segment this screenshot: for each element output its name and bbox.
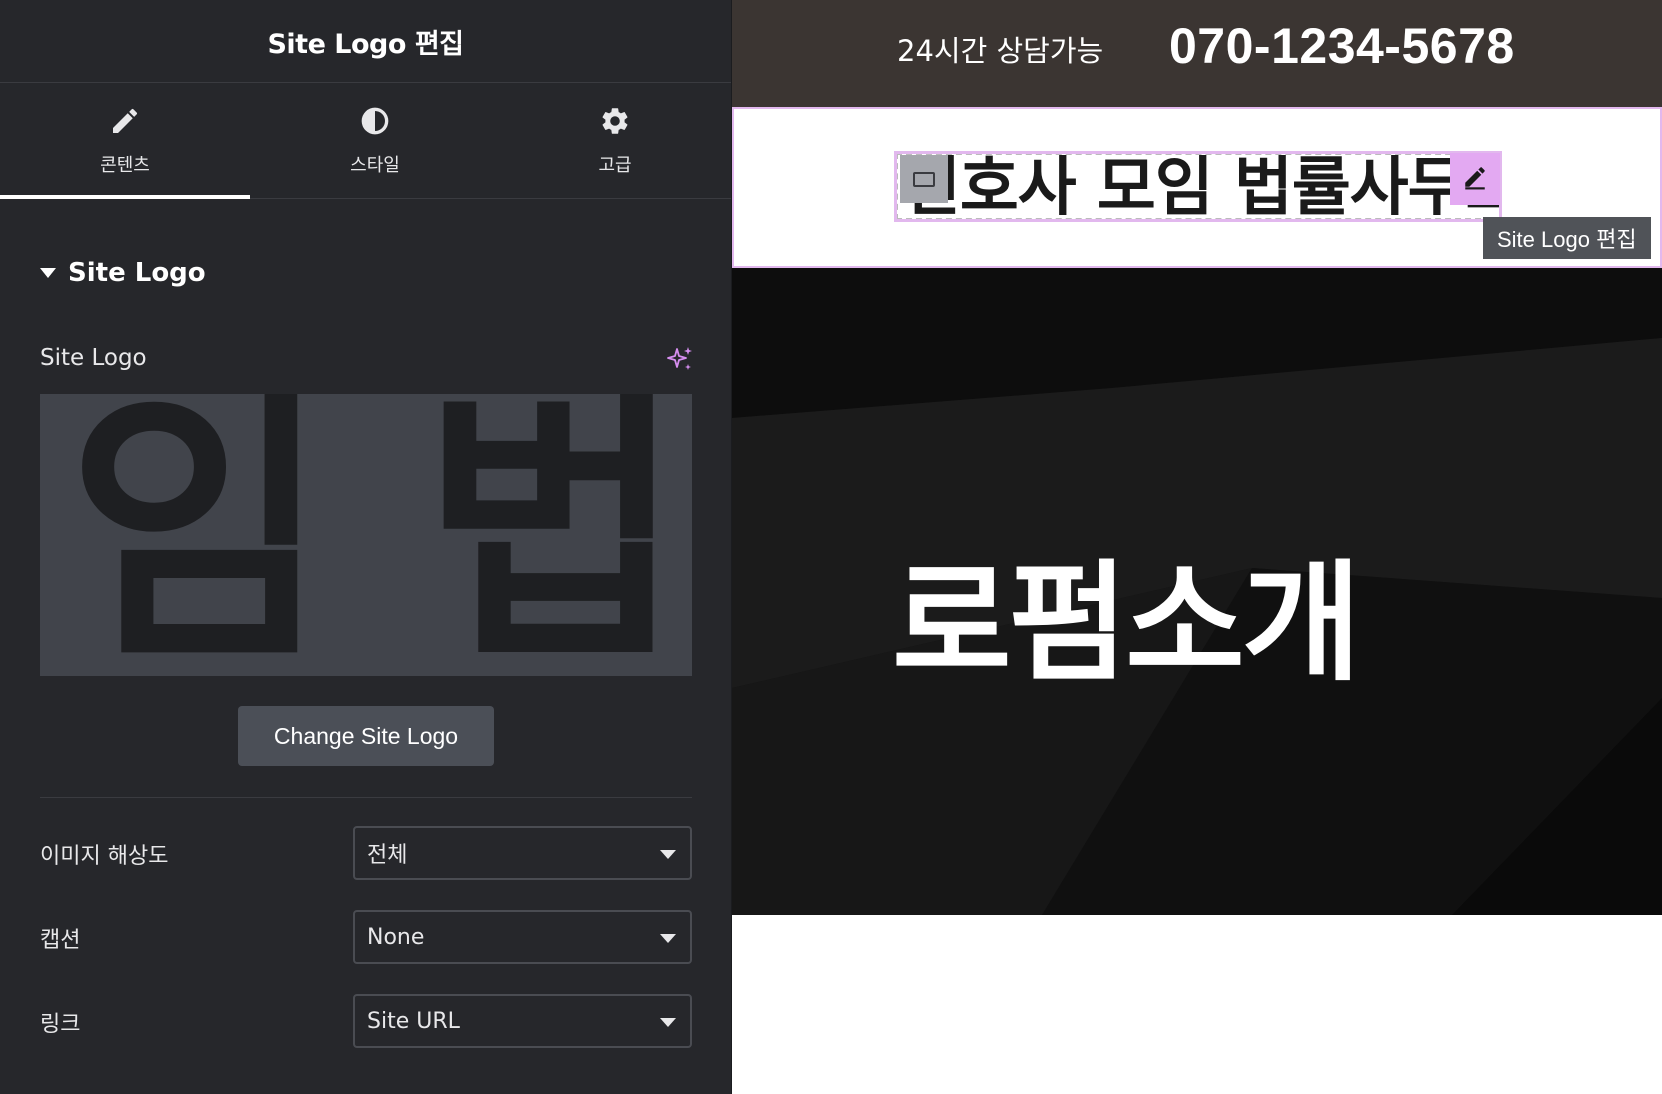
change-site-logo-button[interactable]: Change Site Logo [238,706,494,766]
chevron-down-icon [660,934,676,943]
caption-label: 캡션 [40,928,81,953]
half-circle-icon [359,105,391,141]
hero-title: 로펌소개 [892,547,1361,699]
link-select[interactable]: Site URL [353,994,692,1048]
sparkle-icon[interactable] [666,345,694,373]
hero-section: 로펌소개 [732,268,1662,915]
site-preview: 24시간 상담가능 070-1234-5678 변호사 모임 법률사무소 Sit… [732,0,1662,1094]
consultation-text: 24시간 상담가능 [897,34,1104,68]
tab-content-label: 콘텐츠 [100,155,150,176]
pencil-icon [109,105,141,141]
top-bar: 24시간 상담가능 070-1234-5678 [732,0,1662,107]
tab-style[interactable]: 스타일 [250,83,500,199]
tab-content[interactable]: 콘텐츠 [0,83,250,199]
panel-title: Site Logo 편집 [267,28,464,60]
edit-widget-button[interactable] [1450,153,1500,205]
link-label: 링크 [40,1012,81,1037]
caret-down-icon [40,268,56,278]
editor-panel: Site Logo 편집 콘텐츠 스타일 고급 Site Logo Site L… [0,0,732,1094]
tab-advanced-label: 고급 [598,155,632,176]
logo-preview-image-text: !임 법 [40,394,684,676]
pencil-icon [1462,164,1488,194]
widget-tooltip: Site Logo 편집 [1483,217,1651,259]
tab-advanced[interactable]: 고급 [490,83,740,199]
page-content-area [732,915,1662,1094]
link-value: Site URL [367,1008,460,1034]
chevron-down-icon [660,1018,676,1027]
section-title: Site Logo [68,258,206,288]
site-logo-preview[interactable]: !임 법 [40,394,692,676]
phone-number[interactable]: 070-1234-5678 [1169,17,1515,75]
image-resolution-label: 이미지 해상도 [40,844,169,869]
site-logo-control-label: Site Logo [40,345,147,371]
header-section[interactable]: 변호사 모임 법률사무소 Site Logo 편집 [732,107,1662,268]
tab-style-label: 스타일 [350,155,400,176]
image-resolution-value: 전체 [367,843,408,868]
section-toggle-site-logo[interactable]: Site Logo [40,258,206,288]
image-resolution-select[interactable]: 전체 [353,826,692,880]
gear-icon [599,105,631,141]
site-logo-image-text: 변호사 모임 법률사무소 [902,153,1501,220]
panel-header: Site Logo 편집 [0,0,731,83]
site-logo-widget[interactable]: 변호사 모임 법률사무소 [896,153,1501,220]
panel-tabs: 콘텐츠 스타일 고급 [0,83,731,199]
caption-select[interactable]: None [353,910,692,964]
widget-handle-icon[interactable] [900,155,948,203]
active-tab-indicator [0,195,250,199]
caption-value: None [367,924,425,950]
chevron-down-icon [660,850,676,859]
divider [40,797,692,798]
